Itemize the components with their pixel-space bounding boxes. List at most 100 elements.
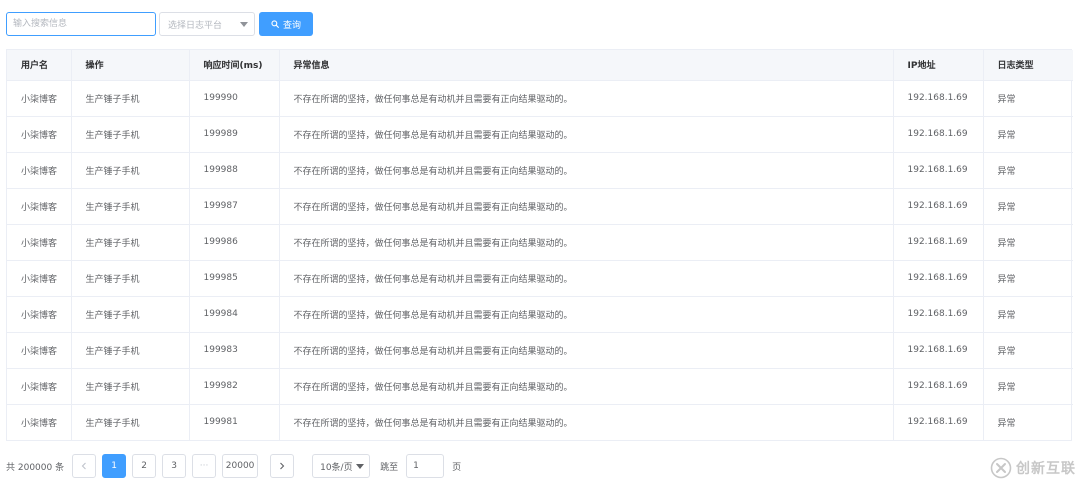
- table-row: 小柒博客 生产锤子手机 199989 不存在所谓的坚持，做任何事总是有动机并且需…: [7, 116, 1073, 153]
- cell-log-type: 异常: [983, 224, 1073, 261]
- cell-ip-address: 192.168.1.69: [893, 152, 984, 189]
- cell-response-time: 199989: [189, 116, 280, 153]
- jump-label: 跳至: [380, 462, 399, 473]
- cell-operation: 生产锤子手机: [71, 260, 190, 297]
- cell-ip-address: 192.168.1.69: [893, 296, 984, 333]
- cell-ip-address: 192.168.1.69: [893, 224, 984, 261]
- cell-response-time: 199988: [189, 152, 280, 189]
- log-platform-select-placeholder: 选择日志平台: [168, 20, 223, 31]
- caret-down-icon: [240, 21, 248, 27]
- query-button-label: 查询: [282, 19, 301, 30]
- brand-logo-icon: [990, 457, 1012, 479]
- watermark-text: 创新互联: [1016, 461, 1076, 477]
- column-header-ip-address: IP地址: [893, 50, 984, 81]
- table-row: 小柒博客 生产锤子手机 199988 不存在所谓的坚持，做任何事总是有动机并且需…: [7, 152, 1073, 189]
- cell-ip-address: 192.168.1.69: [893, 80, 984, 117]
- cell-username: 小柒博客: [7, 224, 72, 261]
- prev-page-button[interactable]: [72, 454, 97, 478]
- more-pages-button[interactable]: ···: [192, 454, 217, 478]
- cell-exception-info: 不存在所谓的坚持，做任何事总是有动机并且需要有正向结果驱动的。: [279, 224, 894, 261]
- cell-operation: 生产锤子手机: [71, 188, 190, 225]
- cell-response-time: 199982: [189, 368, 280, 405]
- cell-response-time: 199985: [189, 260, 280, 297]
- toolbar: 选择日志平台 查询: [6, 12, 313, 36]
- cell-response-time: 199984: [189, 296, 280, 333]
- pagination: 共 200000 条 1 2 3 ··· 20000 10条/页 跳至 页: [6, 454, 461, 478]
- cell-response-time: 199983: [189, 332, 280, 369]
- next-page-button[interactable]: [270, 454, 295, 478]
- log-table: 用户名 操作 响应时间(ms) 异常信息 IP地址 日志类型 小柒博客 生产锤子…: [6, 49, 1073, 441]
- search-input[interactable]: [6, 12, 156, 36]
- cell-exception-info: 不存在所谓的坚持，做任何事总是有动机并且需要有正向结果驱动的。: [279, 188, 894, 225]
- cell-log-type: 异常: [983, 188, 1073, 225]
- page-unit-label: 页: [452, 462, 462, 473]
- cell-ip-address: 192.168.1.69: [893, 116, 984, 153]
- cell-operation: 生产锤子手机: [71, 116, 190, 153]
- page-size-value: 10条/页: [320, 462, 353, 473]
- cell-response-time: 199990: [189, 80, 280, 117]
- cell-response-time: 199987: [189, 188, 280, 225]
- caret-down-icon: [356, 463, 365, 469]
- cell-username: 小柒博客: [7, 260, 72, 297]
- cell-username: 小柒博客: [7, 296, 72, 333]
- cell-username: 小柒博客: [7, 404, 72, 440]
- column-header-log-type: 日志类型: [983, 50, 1073, 81]
- table-row: 小柒博客 生产锤子手机 199990 不存在所谓的坚持，做任何事总是有动机并且需…: [7, 80, 1073, 117]
- cell-username: 小柒博客: [7, 368, 72, 405]
- table-row: 小柒博客 生产锤子手机 199986 不存在所谓的坚持，做任何事总是有动机并且需…: [7, 224, 1073, 261]
- cell-operation: 生产锤子手机: [71, 332, 190, 369]
- cell-ip-address: 192.168.1.69: [893, 260, 984, 297]
- cell-log-type: 异常: [983, 80, 1073, 117]
- cell-exception-info: 不存在所谓的坚持，做任何事总是有动机并且需要有正向结果驱动的。: [279, 116, 894, 153]
- cell-operation: 生产锤子手机: [71, 296, 190, 333]
- cell-username: 小柒博客: [7, 116, 72, 153]
- column-header-response-time: 响应时间(ms): [189, 50, 280, 81]
- cell-log-type: 异常: [983, 368, 1073, 405]
- query-button[interactable]: 查询: [259, 12, 313, 36]
- column-header-username: 用户名: [7, 50, 72, 81]
- page-button-2[interactable]: 2: [132, 454, 157, 478]
- cell-exception-info: 不存在所谓的坚持，做任何事总是有动机并且需要有正向结果驱动的。: [279, 404, 894, 440]
- jump-page-input[interactable]: [406, 454, 445, 478]
- cell-operation: 生产锤子手机: [71, 404, 190, 440]
- page-button-3[interactable]: 3: [162, 454, 187, 478]
- cell-operation: 生产锤子手机: [71, 368, 190, 405]
- chevron-right-icon: [280, 462, 285, 470]
- cell-ip-address: 192.168.1.69: [893, 368, 984, 405]
- watermark: 创新互联: [990, 457, 1076, 479]
- log-platform-select[interactable]: 选择日志平台: [159, 12, 255, 36]
- column-header-operation: 操作: [71, 50, 190, 81]
- cell-username: 小柒博客: [7, 332, 72, 369]
- cell-log-type: 异常: [983, 296, 1073, 333]
- page-button-1[interactable]: 1: [102, 454, 127, 478]
- cell-ip-address: 192.168.1.69: [893, 188, 984, 225]
- cell-log-type: 异常: [983, 152, 1073, 189]
- chevron-left-icon: [81, 462, 86, 470]
- column-header-exception-info: 异常信息: [279, 50, 894, 81]
- cell-username: 小柒博客: [7, 152, 72, 189]
- table-row: 小柒博客 生产锤子手机 199985 不存在所谓的坚持，做任何事总是有动机并且需…: [7, 260, 1073, 297]
- cell-log-type: 异常: [983, 260, 1073, 297]
- cell-exception-info: 不存在所谓的坚持，做任何事总是有动机并且需要有正向结果驱动的。: [279, 80, 894, 117]
- cell-username: 小柒博客: [7, 80, 72, 117]
- cell-operation: 生产锤子手机: [71, 80, 190, 117]
- table-row: 小柒博客 生产锤子手机 199987 不存在所谓的坚持，做任何事总是有动机并且需…: [7, 188, 1073, 225]
- cell-log-type: 异常: [983, 116, 1073, 153]
- cell-response-time: 199981: [189, 404, 280, 440]
- cell-exception-info: 不存在所谓的坚持，做任何事总是有动机并且需要有正向结果驱动的。: [279, 296, 894, 333]
- cell-ip-address: 192.168.1.69: [893, 332, 984, 369]
- cell-log-type: 异常: [997, 418, 1016, 429]
- page-button-last[interactable]: 20000: [222, 454, 259, 478]
- table-row: 小柒博客 生产锤子手机 199984 不存在所谓的坚持，做任何事总是有动机并且需…: [7, 296, 1073, 333]
- table-row: 小柒博客 生产锤子手机 199983 不存在所谓的坚持，做任何事总是有动机并且需…: [7, 332, 1073, 369]
- search-icon: [271, 20, 279, 28]
- cell-exception-info: 不存在所谓的坚持，做任何事总是有动机并且需要有正向结果驱动的。: [279, 332, 894, 369]
- table-row: 小柒博客 生产锤子手机 199982 不存在所谓的坚持，做任何事总是有动机并且需…: [7, 368, 1073, 405]
- cell-exception-info: 不存在所谓的坚持，做任何事总是有动机并且需要有正向结果驱动的。: [279, 368, 894, 405]
- table-row: 小柒博客 生产锤子手机 199981 不存在所谓的坚持，做任何事总是有动机并且需…: [7, 404, 1073, 440]
- cell-ip-address: 192.168.1.69: [893, 404, 984, 440]
- cell-exception-info: 不存在所谓的坚持，做任何事总是有动机并且需要有正向结果驱动的。: [279, 152, 894, 189]
- page-size-select[interactable]: 10条/页: [312, 454, 371, 478]
- cell-operation: 生产锤子手机: [71, 152, 190, 189]
- table-header-row: 用户名 操作 响应时间(ms) 异常信息 IP地址 日志类型: [7, 50, 1073, 81]
